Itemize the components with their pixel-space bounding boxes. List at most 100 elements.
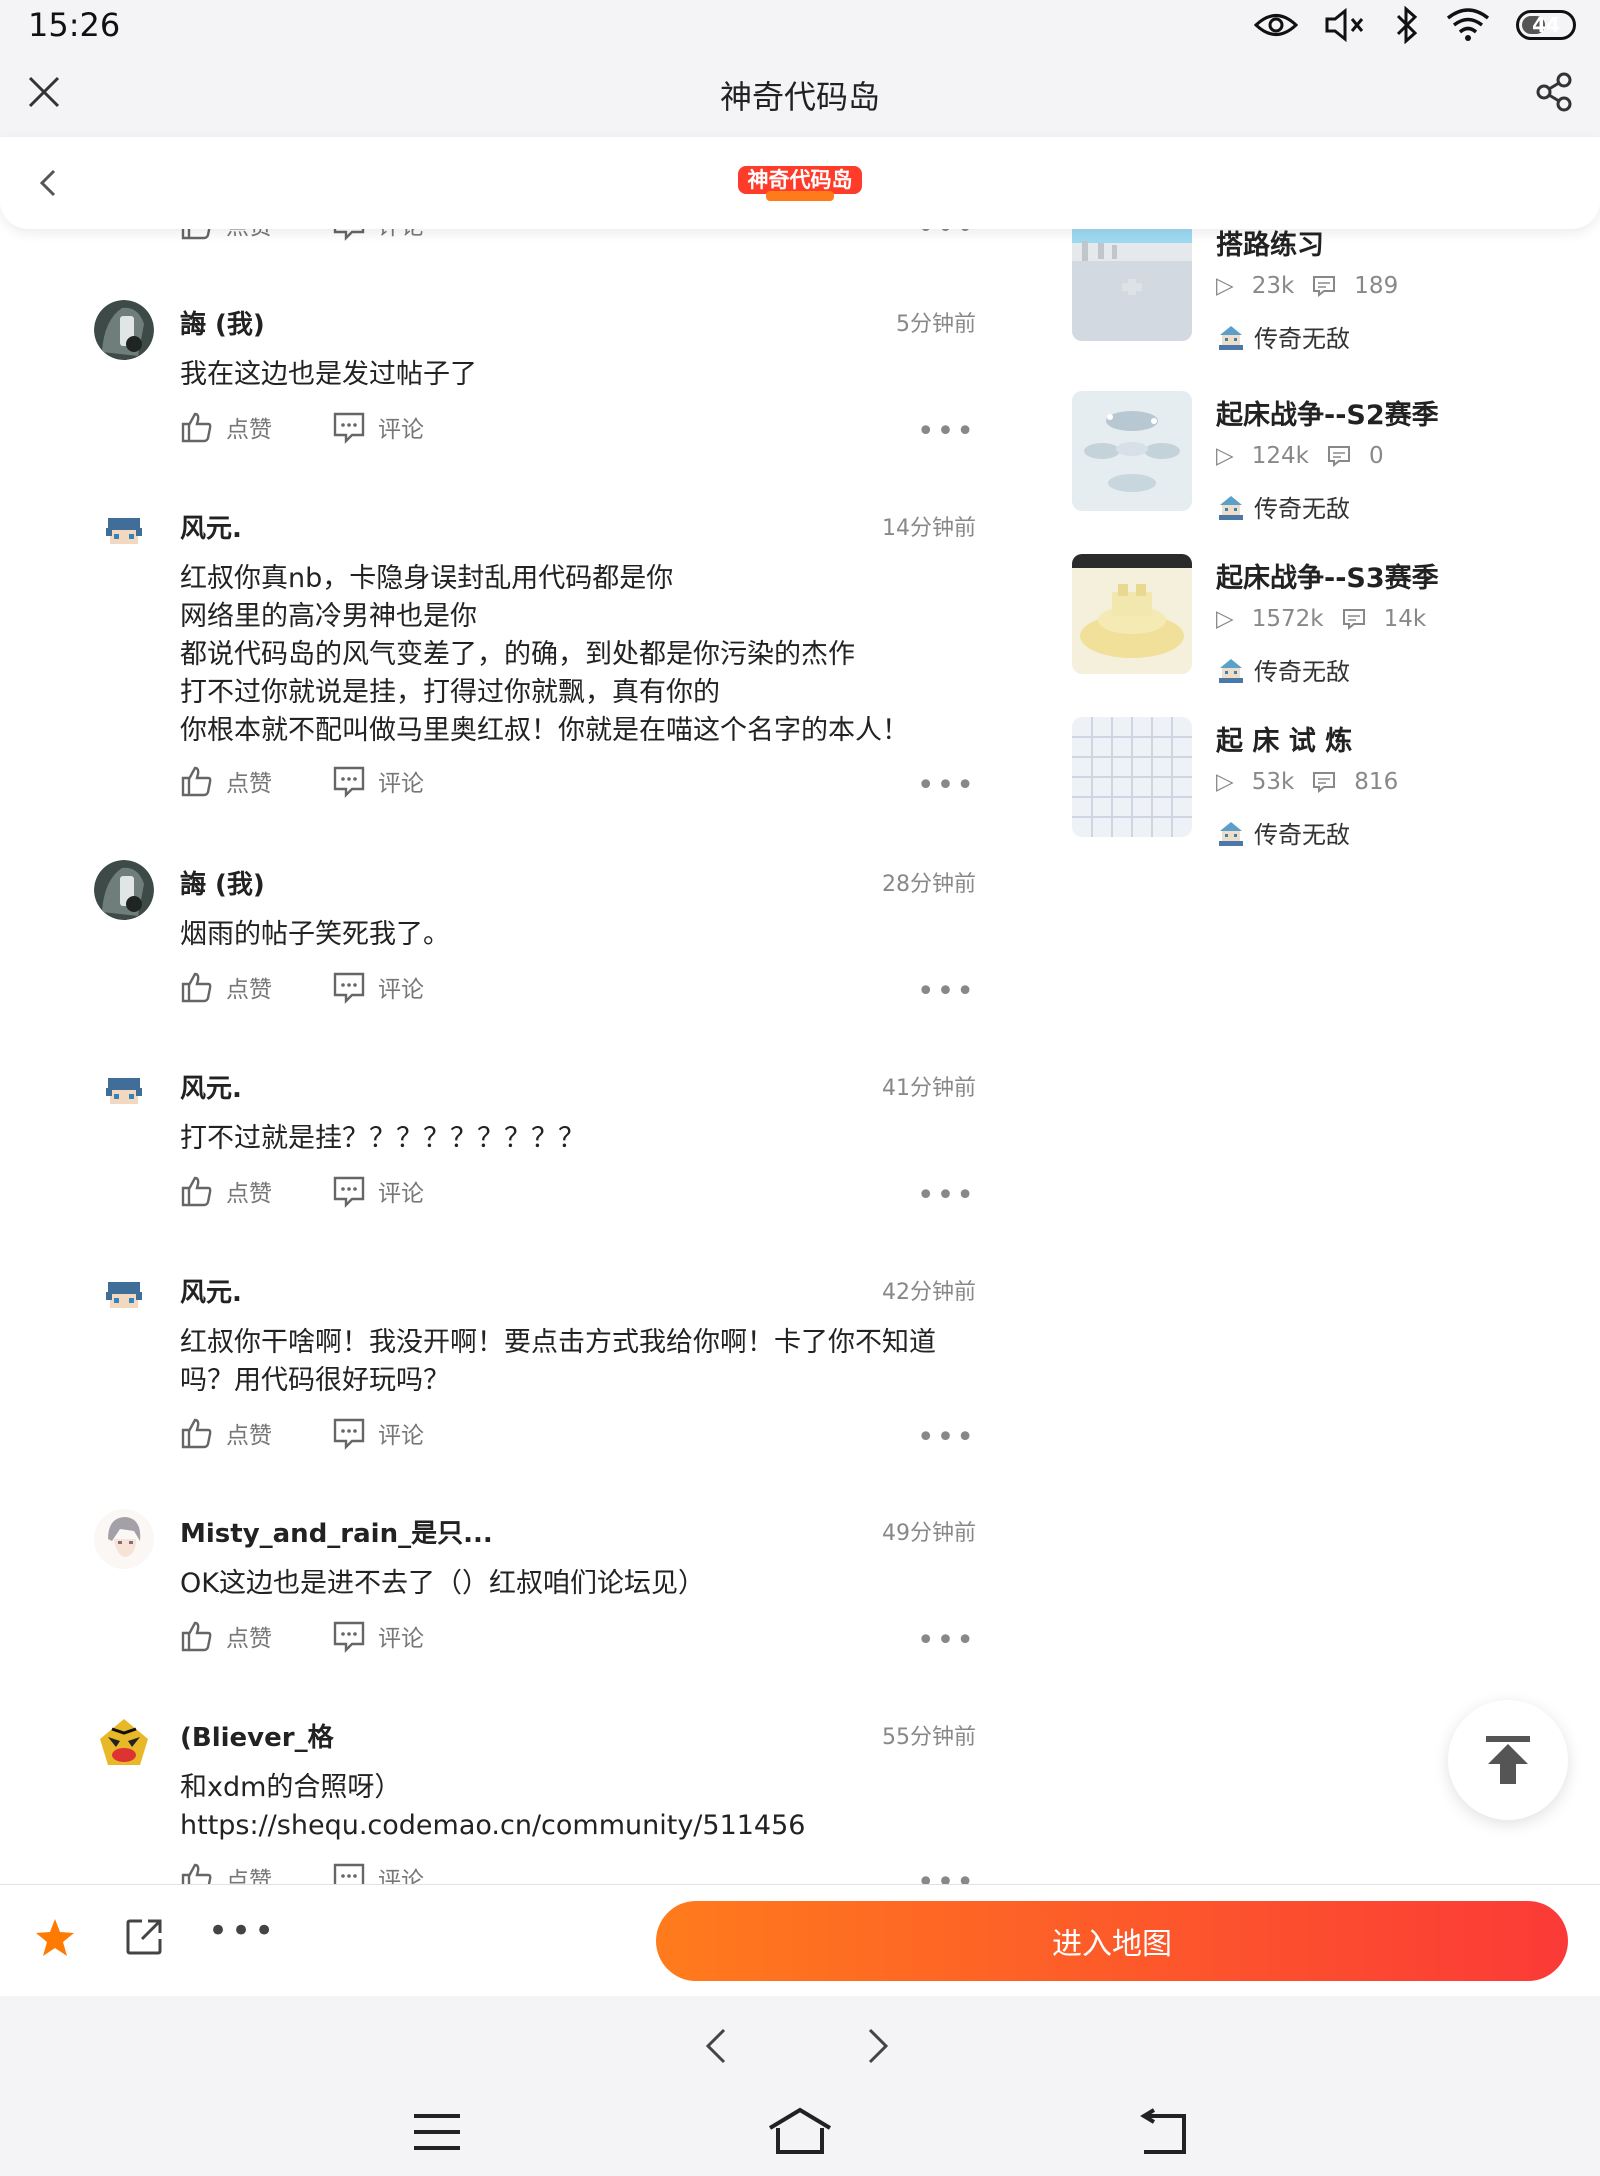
more-options-button[interactable]: •••	[917, 1420, 976, 1455]
map-stats: ▷ 23k 189	[1216, 273, 1398, 299]
map-title[interactable]: 起 床 试 炼	[1216, 719, 1352, 758]
comment-button[interactable]: 评论	[332, 970, 424, 1004]
more-options-button[interactable]: •••	[917, 229, 976, 246]
more-options-button[interactable]: •••	[917, 414, 976, 449]
comment-bubble-icon	[333, 1176, 365, 1208]
like-button[interactable]: 点赞	[180, 1619, 272, 1653]
comment-author[interactable]: Misty_and_rain_是只...	[180, 1513, 493, 1550]
more-options-button[interactable]: •••	[917, 1178, 976, 1213]
comment-author[interactable]: 誨 (我)	[180, 304, 265, 341]
like-button[interactable]: 点赞	[180, 970, 272, 1004]
recommended-map[interactable]: 起 床 试 炼 ▷ 53k 816 传奇无敌	[1072, 717, 1572, 850]
comment-label: 评论	[378, 1423, 424, 1449]
more-icon[interactable]: •••	[208, 1911, 277, 1951]
comment-author[interactable]: 风元.	[180, 508, 242, 545]
comment-time: 41分钟前	[882, 1076, 976, 1101]
map-thumbnail[interactable]	[1072, 229, 1192, 341]
comment-author[interactable]: 风元.	[180, 1272, 242, 1309]
comment-bubble-icon	[333, 412, 365, 444]
map-title[interactable]: 起床战争--S2赛季	[1216, 393, 1439, 432]
avatar[interactable]	[94, 1064, 154, 1124]
comment-time: 55分钟前	[882, 1725, 976, 1750]
comment-bubble-icon	[333, 1863, 365, 1884]
map-title[interactable]: 搭路练习	[1216, 229, 1324, 262]
open-external-icon[interactable]	[124, 1917, 164, 1957]
recommended-map[interactable]: 起床战争--S3赛季 ▷ 1572k 14k 传奇无敌	[1072, 554, 1572, 687]
like-label: 点赞	[226, 229, 272, 241]
recommended-map[interactable]: 起床战争--S2赛季 ▷ 124k 0 传奇无敌	[1072, 391, 1572, 524]
map-author[interactable]: 传奇无敌	[1216, 319, 1350, 354]
system-back-icon[interactable]	[1134, 2108, 1192, 2156]
thumbs-up-icon	[181, 972, 212, 1003]
home-icon[interactable]	[766, 2106, 834, 2156]
comment-button[interactable]: 评论	[332, 1619, 424, 1653]
status-icons: 44	[1254, 6, 1576, 44]
avatar[interactable]	[94, 1713, 154, 1773]
play-count: 1572k	[1251, 606, 1324, 632]
map-thumbnail[interactable]	[1072, 717, 1192, 837]
like-button[interactable]: 点赞	[180, 1861, 272, 1884]
map-author[interactable]: 传奇无敌	[1216, 489, 1350, 524]
comment-item: 誨 (我) 28分钟前 烟雨的帖子笑死我了。 点赞 评论 •••	[94, 860, 976, 1010]
more-options-button[interactable]: •••	[917, 768, 976, 803]
comment-author[interactable]: 风元.	[180, 1068, 242, 1105]
avatar[interactable]	[94, 860, 154, 920]
author-avatar-icon	[1219, 821, 1243, 846]
play-icon: ▷	[1216, 273, 1234, 299]
title-bar: 神奇代码岛	[0, 52, 1600, 137]
eye-icon	[1254, 14, 1298, 36]
avatar[interactable]	[94, 504, 154, 564]
like-button[interactable]: 点赞	[180, 764, 272, 798]
comment-button[interactable]: 评论	[332, 764, 424, 798]
comment-author[interactable]: 誨 (我)	[180, 864, 265, 901]
like-label: 点赞	[226, 1868, 272, 1884]
map-author[interactable]: 传奇无敌	[1216, 652, 1350, 687]
comment-button[interactable]: 评论	[332, 1174, 424, 1208]
comment-button[interactable]: 评论	[332, 410, 424, 444]
share-icon[interactable]	[1532, 70, 1576, 114]
like-button[interactable]: 点赞	[180, 1174, 272, 1208]
like-label: 点赞	[226, 417, 272, 443]
like-button[interactable]: 点赞	[180, 410, 272, 444]
avatar[interactable]	[94, 1509, 154, 1569]
more-options-button[interactable]: •••	[917, 974, 976, 1009]
comment-author[interactable]: (Bliever_格	[180, 1717, 334, 1754]
comment-label: 评论	[378, 1626, 424, 1652]
comment-count-icon	[1313, 276, 1336, 297]
thumbs-up-icon	[181, 766, 212, 797]
like-button[interactable]: 点赞	[180, 1416, 272, 1450]
play-icon: ▷	[1216, 606, 1234, 632]
scroll-to-top-button[interactable]	[1448, 1700, 1568, 1820]
comment-label: 评论	[378, 229, 424, 241]
comment-bubble-icon	[333, 1621, 365, 1653]
avatar[interactable]	[94, 1268, 154, 1328]
back-arrow-icon[interactable]	[30, 165, 66, 201]
mute-icon	[1325, 7, 1364, 43]
play-count: 124k	[1251, 443, 1309, 469]
play-icon: ▷	[1216, 769, 1234, 795]
comment-count-icon	[1342, 609, 1365, 630]
map-thumbnail[interactable]	[1072, 391, 1192, 511]
comment-button[interactable]: 评论	[332, 1861, 424, 1884]
avatar[interactable]	[94, 300, 154, 360]
browser-forward-icon[interactable]	[858, 2024, 898, 2068]
comment-actions: 点赞 评论 •••	[180, 1174, 976, 1214]
comment-button[interactable]: 评论	[332, 229, 424, 241]
map-title[interactable]: 起床战争--S3赛季	[1216, 556, 1439, 595]
more-options-button[interactable]: •••	[917, 1865, 976, 1884]
status-bar: 15:26 44	[0, 0, 1600, 52]
enter-map-button[interactable]: 进入地图	[656, 1901, 1568, 1981]
map-thumbnail[interactable]	[1072, 554, 1192, 674]
like-label: 点赞	[226, 977, 272, 1003]
recommended-map[interactable]: 搭路练习 ▷ 23k 189 传奇无敌	[1072, 229, 1572, 354]
thumbs-up-icon	[181, 1621, 212, 1652]
thumbs-up-icon	[181, 1418, 212, 1449]
like-button[interactable]: 点赞	[180, 229, 272, 241]
comment-text: 烟雨的帖子笑死我了。	[180, 919, 450, 950]
browser-back-icon[interactable]	[696, 2024, 736, 2068]
comment-button[interactable]: 评论	[332, 1416, 424, 1450]
menu-icon[interactable]	[410, 2110, 464, 2154]
favorite-star-icon[interactable]	[34, 1917, 76, 1959]
more-options-button[interactable]: •••	[917, 1623, 976, 1658]
map-author[interactable]: 传奇无敌	[1216, 815, 1350, 850]
